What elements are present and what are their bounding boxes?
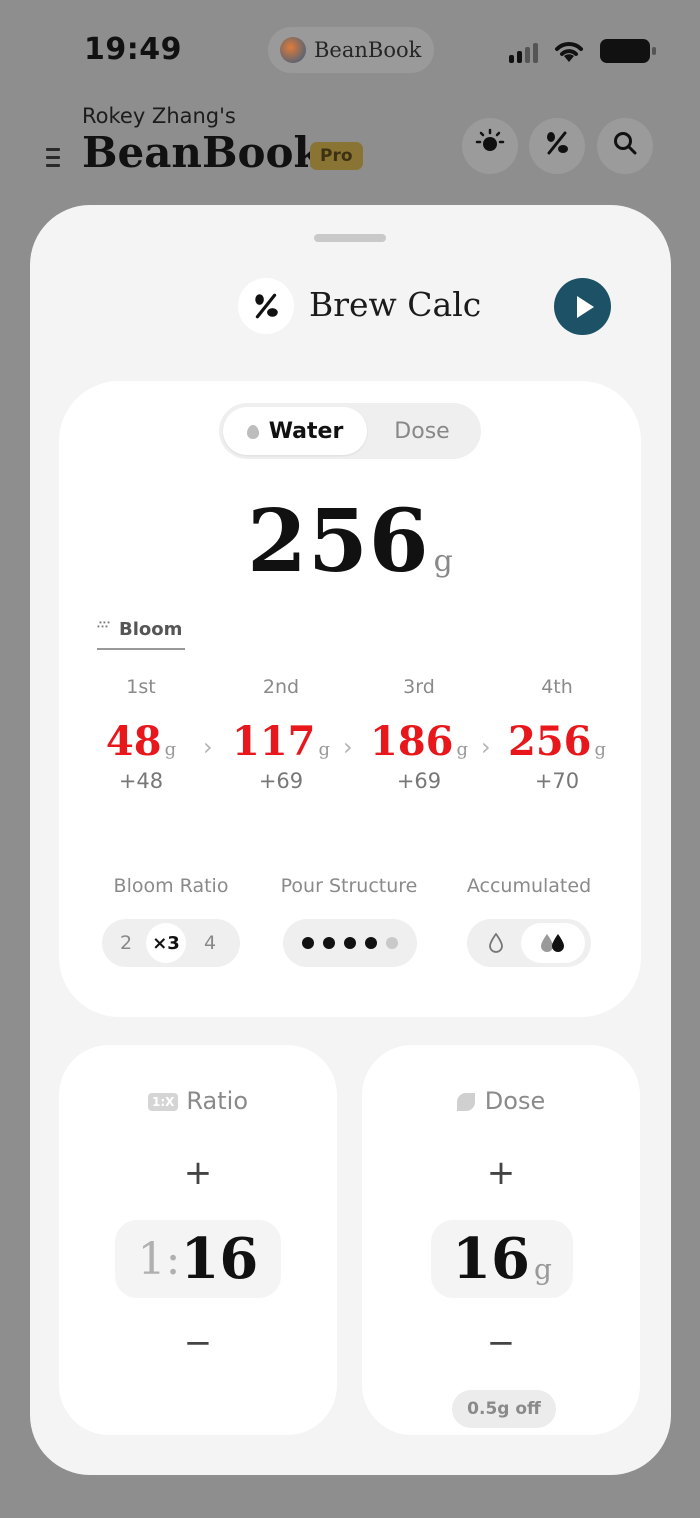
ratio-card: 1:X Ratio + 1: 16 − (59, 1045, 337, 1435)
beanbook-app-icon (280, 37, 306, 63)
dynamic-island[interactable]: BeanBook (268, 27, 434, 73)
ratio-tag-icon: 1:X (147, 1093, 179, 1111)
pour-2-value: 117 (231, 718, 316, 765)
pour-1-increment: +48 (118, 769, 164, 793)
roast-icon (475, 128, 505, 165)
bloom-ratio-option-4[interactable]: 4 (186, 932, 234, 954)
ratio-increment-button[interactable]: + (59, 1153, 337, 1193)
system-icons (509, 38, 656, 64)
app-brand-title: BeanBook (82, 128, 323, 177)
roast-button[interactable] (462, 118, 518, 174)
chevron-right-icon: › (343, 733, 353, 761)
accumulated-option[interactable] (521, 923, 585, 963)
chevron-right-icon: › (203, 733, 213, 761)
dose-value-box[interactable]: 16 g (431, 1220, 573, 1298)
water-total-unit: g (433, 544, 453, 579)
water-total-value: 256 (247, 491, 430, 592)
accumulated-toggle (467, 919, 591, 967)
status-bar: 19:49 BeanBook (0, 0, 700, 100)
double-drop-icon (541, 934, 564, 952)
pour-4-label: 4th (541, 676, 573, 698)
island-app-name: BeanBook (314, 38, 422, 62)
pour-1-unit: g (164, 739, 177, 760)
dose-offset-badge[interactable]: 0.5g off (452, 1390, 556, 1428)
tab-dose-label: Dose (394, 418, 450, 444)
water-drop-icon (246, 425, 259, 439)
bloom-ratio-label: Bloom Ratio (113, 875, 229, 897)
tab-dose[interactable]: Dose (367, 407, 477, 455)
water-total[interactable]: 256 g (59, 491, 641, 592)
owner-name: Rokey Zhang's (82, 104, 236, 128)
ratio-value-box[interactable]: 1: 16 (115, 1220, 281, 1298)
outline-drop-icon (489, 933, 503, 953)
per-pour-option[interactable] (471, 933, 521, 953)
pour-3: 3rd 186 g +69 (369, 676, 469, 793)
pour-3-increment: +69 (396, 769, 442, 793)
bloom-tab-label: Bloom (119, 619, 183, 640)
pro-badge: Pro (310, 142, 363, 170)
brew-calc-sheet: Brew Calc Water Dose 256 g ∴∵ Bloom 1st 4… (30, 205, 671, 1475)
bloom-ratio-option-2[interactable]: 2 (106, 932, 146, 954)
search-button[interactable] (597, 118, 653, 174)
dose-title-text: Dose (484, 1087, 546, 1115)
pour-1-label: 1st (126, 676, 156, 698)
sheet-title: Brew Calc (309, 285, 482, 324)
ratio-button[interactable] (529, 118, 585, 174)
pour-4-value: 256 (507, 718, 592, 765)
dose-increment-button[interactable]: + (362, 1153, 640, 1193)
ratio-title-text: Ratio (186, 1087, 249, 1115)
pour-structure-dots (283, 937, 417, 949)
pour-structure-selector[interactable] (283, 919, 417, 967)
chevron-right-icon: › (481, 733, 491, 761)
dose-decrement-button[interactable]: − (362, 1323, 640, 1363)
pour-2-label: 2nd (262, 676, 300, 698)
dose-value: 16 (452, 1226, 530, 1292)
bloom-dots-icon: ∴∵ (97, 619, 110, 631)
pour-1-value: 48 (105, 718, 162, 765)
pour-4-unit: g (594, 739, 607, 760)
signal-icon (509, 39, 538, 63)
ratio-value: 16 (180, 1226, 259, 1292)
ratio-decrement-button[interactable]: − (59, 1323, 337, 1363)
ratio-icon (543, 129, 571, 164)
pour-4: 4th 256 g +70 (507, 676, 607, 793)
pour-3-value: 186 (369, 718, 454, 765)
bean-icon (456, 1093, 475, 1111)
tab-water[interactable]: Water (223, 407, 367, 455)
water-calc-card: Water Dose 256 g ∴∵ Bloom 1st 48 g +48 › 2… (59, 381, 641, 1017)
mode-segmented-control: Water Dose (219, 403, 481, 459)
dose-card-title: Dose (362, 1087, 640, 1115)
dose-card: Dose + 16 g − 0.5g off (362, 1045, 640, 1435)
menu-icon[interactable] (46, 148, 60, 170)
pour-2: 2nd 117 g +69 (231, 676, 331, 793)
pour-2-unit: g (318, 739, 331, 760)
start-brew-button[interactable] (554, 278, 611, 335)
pour-3-label: 3rd (403, 676, 435, 698)
ratio-card-title: 1:X Ratio (59, 1087, 337, 1115)
pour-1: 1st 48 g +48 (91, 676, 191, 793)
bloom-ratio-selector: 2 ×3 4 (102, 919, 240, 967)
battery-icon (600, 39, 656, 63)
pour-2-increment: +69 (258, 769, 304, 793)
wifi-icon (555, 42, 583, 62)
brew-calc-icon (238, 278, 294, 334)
sheet-grabber[interactable] (314, 234, 386, 242)
bloom-tab[interactable]: ∴∵ Bloom (97, 619, 185, 650)
pour-3-unit: g (456, 739, 469, 760)
accumulated-label: Accumulated (466, 875, 592, 897)
ratio-prefix: 1: (137, 1233, 181, 1285)
bloom-ratio-option-3[interactable]: ×3 (146, 923, 186, 963)
status-time: 19:49 (84, 32, 182, 67)
pour-4-increment: +70 (534, 769, 580, 793)
search-icon (612, 130, 638, 163)
tab-water-label: Water (268, 418, 344, 444)
pour-structure-label: Pour Structure (280, 875, 418, 897)
dose-unit: g (534, 1252, 552, 1286)
